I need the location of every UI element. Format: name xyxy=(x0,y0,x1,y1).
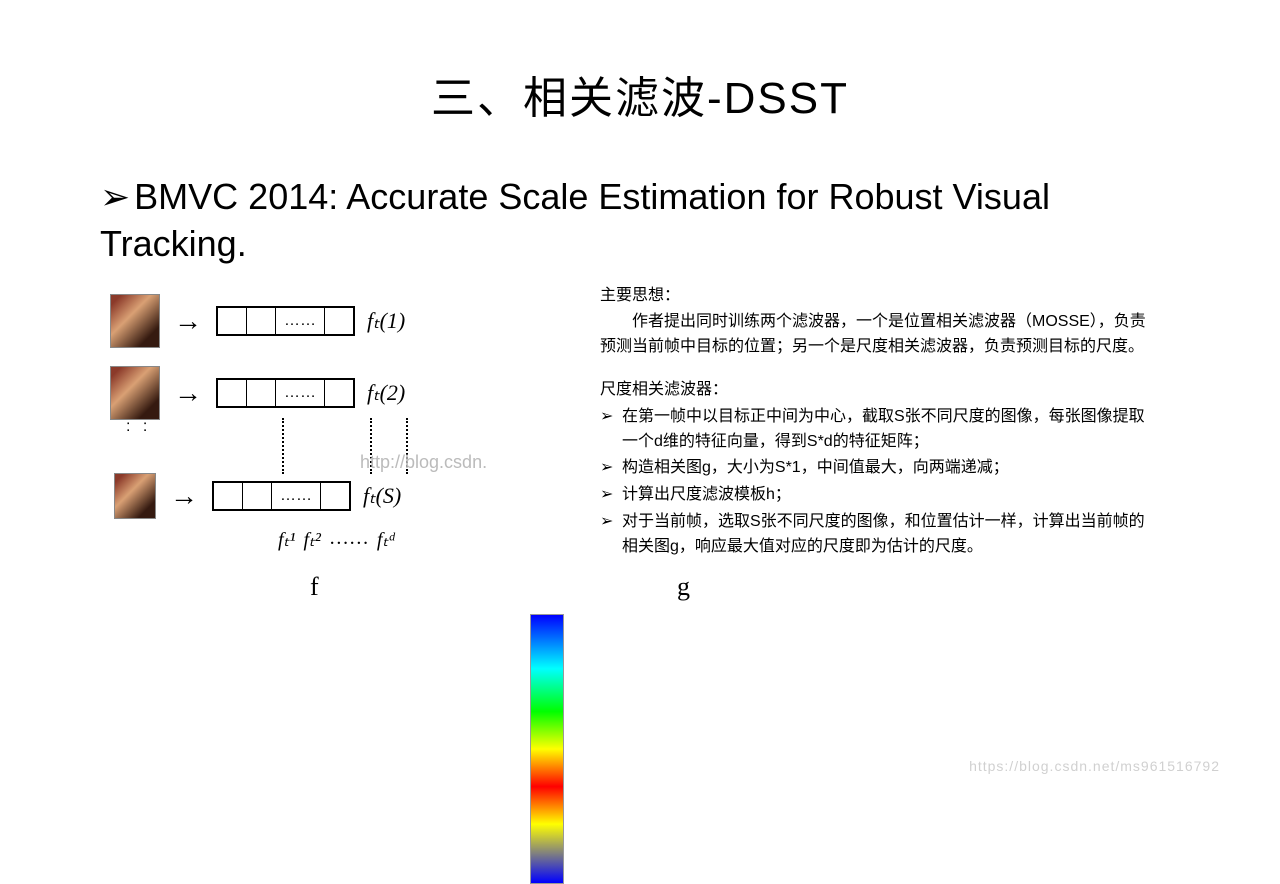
list-item: 计算出尺度滤波模板h； xyxy=(600,483,1160,508)
bullet-text: BMVC 2014: Accurate Scale Estimation for… xyxy=(100,176,1050,264)
footer-watermark: https://blog.csdn.net/ms961516792 xyxy=(969,758,1220,774)
arrow-icon: → xyxy=(170,482,198,510)
list-item: 对于当前帧，选取S张不同尺度的图像，和位置估计一样，计算出当前帧的相关图g，响应… xyxy=(600,510,1160,560)
sample-image-2 xyxy=(110,366,160,420)
description-block: 主要思想： 作者提出同时训练两个滤波器，一个是位置相关滤波器（MOSSE），负责… xyxy=(600,284,1200,612)
bullet-marker: ➢ xyxy=(100,176,130,217)
watermark-text: http://blog.csdn. xyxy=(360,452,487,473)
heading-scale-filter: 尺度相关滤波器： xyxy=(600,378,1160,403)
scale-diagram: → …… fₜ(1) → …… fₜ(2) http://blog.csdn. … xyxy=(110,292,600,612)
axis-labels: fₜ¹ fₜ² …… fₜᵈ xyxy=(278,527,600,552)
arrow-icon: → xyxy=(174,379,202,407)
heading-main-idea: 主要思想： xyxy=(600,284,1160,309)
body-main-idea: 作者提出同时训练两个滤波器，一个是位置相关滤波器（MOSSE），负责预测当前帧中… xyxy=(600,310,1160,360)
gradient-bar-g xyxy=(530,614,564,884)
feature-row-1: …… xyxy=(216,306,355,336)
g-label: g xyxy=(677,572,690,602)
list-item: 构造相关图g，大小为S*1，中间值最大，向两端递减； xyxy=(600,456,1160,481)
ft-label-2: fₜ(2) xyxy=(367,380,405,406)
vertical-dots: : : xyxy=(126,422,600,432)
f-label: f xyxy=(310,572,319,602)
arrow-icon: → xyxy=(174,307,202,335)
ft-label-s: fₜ(S) xyxy=(363,483,401,509)
slide-title: 三、相关滤波-DSST xyxy=(0,62,1280,126)
sample-image-s xyxy=(114,473,156,519)
list-item: 在第一帧中以目标正中间为中心，截取S张不同尺度的图像，每张图像提取一个d维的特征… xyxy=(600,405,1160,455)
feature-row-s: …… xyxy=(212,481,351,511)
scale-filter-list: 在第一帧中以目标正中间为中心，截取S张不同尺度的图像，每张图像提取一个d维的特征… xyxy=(600,405,1160,560)
feature-row-2: …… xyxy=(216,378,355,408)
main-bullet: ➢BMVC 2014: Accurate Scale Estimation fo… xyxy=(100,174,1180,268)
ft-label-1: fₜ(1) xyxy=(367,308,405,334)
sample-image-1 xyxy=(110,294,160,348)
